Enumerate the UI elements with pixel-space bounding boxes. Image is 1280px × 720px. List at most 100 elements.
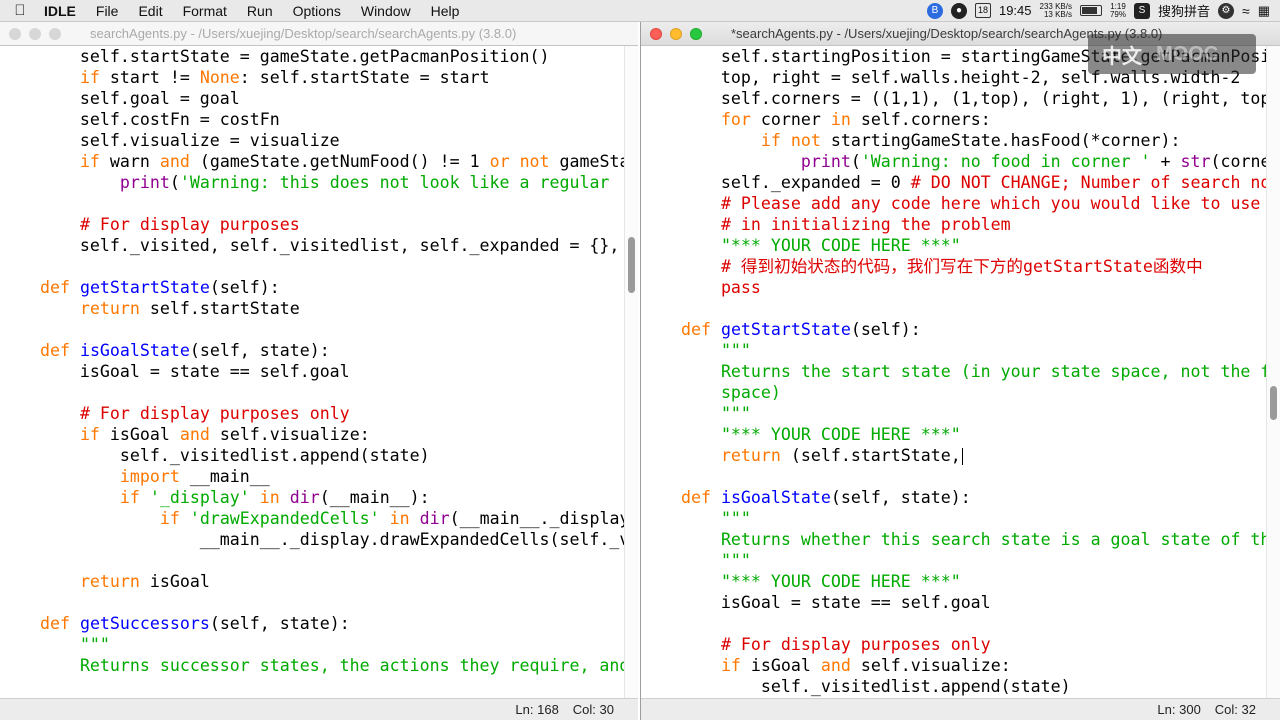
zoom-icon[interactable] xyxy=(49,27,61,40)
code-line[interactable]: def getStartState(self): xyxy=(641,319,1266,340)
code-line[interactable]: print('Warning: this does not look like … xyxy=(0,172,624,193)
code-line[interactable]: return (self.startState, xyxy=(641,445,1266,466)
code-token: in xyxy=(259,488,280,507)
code-line[interactable]: for corner in self.corners: xyxy=(641,109,1266,130)
code-line[interactable]: __main__._display.drawExpandedCells(self… xyxy=(0,529,624,550)
code-line[interactable]: "*** YOUR CODE HERE ***" xyxy=(641,235,1266,256)
input-source-icon[interactable]: ▦ xyxy=(1258,3,1270,19)
scrollbar-left[interactable] xyxy=(624,46,638,698)
code-line[interactable]: self._visitedlist.append(state) xyxy=(641,676,1266,697)
code-line[interactable]: self._visitedlist.append(state) xyxy=(0,445,624,466)
bluetooth-icon[interactable]: B xyxy=(926,2,943,19)
menu-app-name[interactable]: IDLE xyxy=(40,3,86,19)
menu-help[interactable]: Help xyxy=(421,3,470,19)
code-line[interactable]: # For display purposes xyxy=(0,214,624,235)
code-line[interactable]: """ xyxy=(641,340,1266,361)
code-line[interactable] xyxy=(0,256,624,277)
settings-gear-icon[interactable]: ⚙ xyxy=(1218,2,1235,19)
code-line[interactable]: "*** YOUR CODE HERE ***" xyxy=(641,424,1266,445)
menu-run[interactable]: Run xyxy=(237,3,283,19)
code-token: if xyxy=(119,488,140,507)
menu-format[interactable]: Format xyxy=(173,3,237,19)
code-token: (self, state): xyxy=(209,614,350,633)
menu-options[interactable]: Options xyxy=(283,3,351,19)
code-line[interactable]: print('Warning: no food in corner ' + st… xyxy=(641,151,1266,172)
scrollbar-thumb-left[interactable] xyxy=(628,237,635,293)
code-line[interactable] xyxy=(0,592,624,613)
code-line[interactable]: self.goal = goal xyxy=(0,88,624,109)
code-line[interactable]: Returns the start state (in your state s… xyxy=(641,361,1266,382)
menu-window[interactable]: Window xyxy=(351,3,421,19)
code-line[interactable]: self.costFn = costFn xyxy=(0,109,624,130)
code-line[interactable]: if '_display' in dir(__main__): xyxy=(0,487,624,508)
code-token: isGoal = state == self.goal xyxy=(0,362,350,381)
scrollbar-thumb-right[interactable] xyxy=(1270,386,1277,420)
ime-label[interactable]: 搜狗拼音 xyxy=(1158,1,1210,20)
code-line[interactable]: def getSuccessors(self, state): xyxy=(0,613,624,634)
code-line[interactable] xyxy=(641,298,1266,319)
code-line[interactable] xyxy=(0,550,624,571)
code-line[interactable]: def isGoalState(self, state): xyxy=(0,340,624,361)
code-line[interactable]: """ xyxy=(641,550,1266,571)
code-line[interactable]: """ xyxy=(641,508,1266,529)
code-line[interactable]: return isGoal xyxy=(0,571,624,592)
code-line[interactable]: self.visualize = visualize xyxy=(0,130,624,151)
scrollbar-right[interactable] xyxy=(1266,46,1280,698)
code-line[interactable] xyxy=(0,319,624,340)
code-line[interactable]: "*** YOUR CODE HERE ***" xyxy=(641,571,1266,592)
code-line[interactable]: self.corners = ((1,1), (1,top), (right, … xyxy=(641,88,1266,109)
code-line[interactable]: def isGoalState(self, state): xyxy=(641,487,1266,508)
wifi-icon[interactable]: ≈ xyxy=(1242,3,1250,19)
code-line[interactable]: if start != None: self.startState = star… xyxy=(0,67,624,88)
apple-icon[interactable]:  xyxy=(0,2,40,19)
code-line[interactable]: Returns whether this search state is a g… xyxy=(641,529,1266,550)
code-line[interactable]: isGoal = state == self.goal xyxy=(641,592,1266,613)
code-token: self._visited, self._visitedlist, self._… xyxy=(0,236,624,255)
code-line[interactable]: if not startingGameState.hasFood(*corner… xyxy=(641,130,1266,151)
code-line[interactable]: # 得到初始状态的代码，我们写在下方的getStartState函数中 xyxy=(641,256,1266,277)
code-line[interactable]: space) xyxy=(641,382,1266,403)
zoom-icon[interactable] xyxy=(690,27,702,40)
code-line[interactable]: # Please add any code here which you wou… xyxy=(641,193,1266,214)
code-line[interactable]: return self.startState xyxy=(0,298,624,319)
ime-icon[interactable]: S xyxy=(1134,2,1150,19)
code-line[interactable]: if isGoal and self.visualize: xyxy=(641,655,1266,676)
calendar-icon[interactable]: 18 xyxy=(974,3,991,18)
minimize-icon[interactable] xyxy=(29,27,41,40)
titlebar-left[interactable]: searchAgents.py - /Users/xuejing/Desktop… xyxy=(0,22,638,46)
code-line[interactable]: def getStartState(self): xyxy=(0,277,624,298)
code-line[interactable]: self.startState = gameState.getPacmanPos… xyxy=(0,46,624,67)
code-line[interactable] xyxy=(0,193,624,214)
menu-file[interactable]: File xyxy=(86,3,129,19)
code-line[interactable]: """ xyxy=(641,403,1266,424)
code-line[interactable]: import __main__ xyxy=(0,466,624,487)
code-line[interactable]: isGoal = state == self.goal xyxy=(0,361,624,382)
battery-icon[interactable] xyxy=(1079,5,1102,16)
close-icon[interactable] xyxy=(9,27,21,40)
code-token: getStartState xyxy=(720,320,851,339)
code-line[interactable]: self._expanded = 0 # DO NOT CHANGE; Numb… xyxy=(641,172,1266,193)
code-line[interactable]: Returns successor states, the actions th… xyxy=(0,655,624,676)
code-line[interactable]: pass xyxy=(641,277,1266,298)
code-editor-left[interactable]: self.startState = gameState.getPacmanPos… xyxy=(0,46,624,698)
clock[interactable]: 19:45 xyxy=(999,3,1032,18)
minimize-icon[interactable] xyxy=(670,27,682,40)
code-line[interactable] xyxy=(641,613,1266,634)
code-line[interactable]: if isGoal and self.visualize: xyxy=(0,424,624,445)
code-line[interactable]: # For display purposes only xyxy=(641,634,1266,655)
code-line[interactable]: # For display purposes only xyxy=(0,403,624,424)
code-line[interactable] xyxy=(641,466,1266,487)
app-status-icon[interactable]: ● xyxy=(950,2,967,19)
code-line[interactable]: if warn and (gameState.getNumFood() != 1… xyxy=(0,151,624,172)
code-editor-right[interactable]: self.startingPosition = startingGameStat… xyxy=(641,46,1266,698)
code-line[interactable]: # in initializing the problem xyxy=(641,214,1266,235)
code-line[interactable]: if 'drawExpandedCells' in dir(__main__._… xyxy=(0,508,624,529)
code-line[interactable]: """ xyxy=(0,634,624,655)
code-line[interactable] xyxy=(0,382,624,403)
close-icon[interactable] xyxy=(650,27,662,40)
menu-edit[interactable]: Edit xyxy=(128,3,172,19)
code-line[interactable]: self._visited, self._visitedlist, self._… xyxy=(0,235,624,256)
